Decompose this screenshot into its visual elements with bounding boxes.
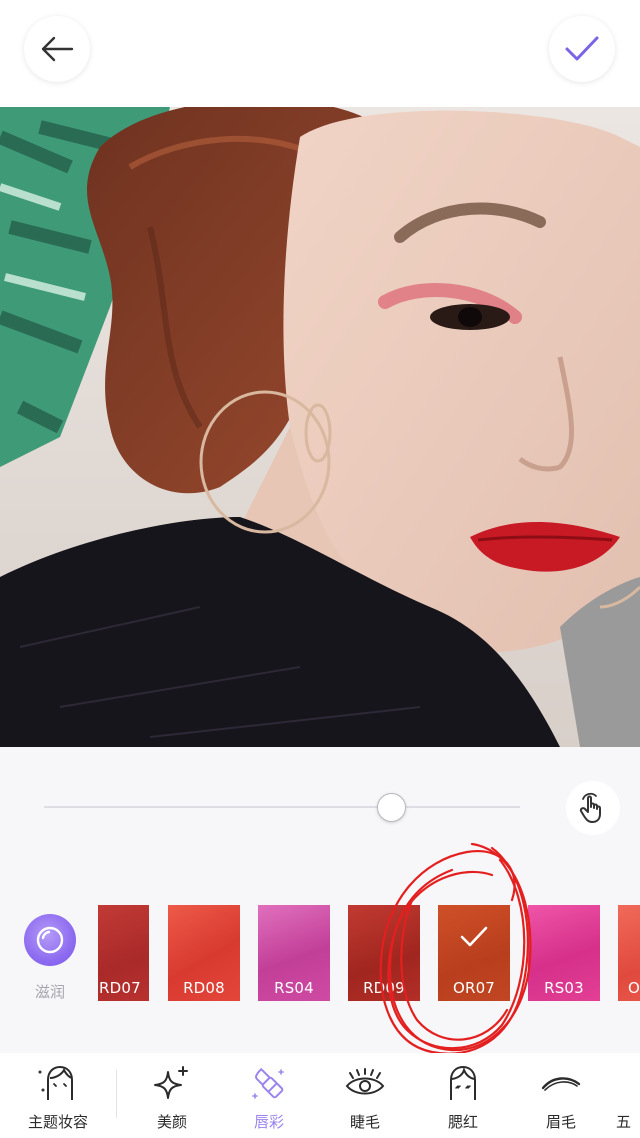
compare-button[interactable] — [566, 781, 620, 835]
swatch-rd07[interactable]: RD07 — [98, 905, 149, 1001]
tab-blush[interactable]: 腮红 — [418, 1063, 508, 1132]
photo-preview[interactable] — [0, 107, 640, 747]
top-bar — [0, 0, 640, 107]
tab-label: 眉毛 — [545, 1113, 576, 1131]
checkmark-icon — [565, 36, 599, 61]
swatch-label: RD08 — [183, 979, 225, 997]
tab-divider — [116, 1070, 117, 1118]
finish-label: 滋润 — [34, 983, 65, 1001]
tab-label: 唇彩 — [253, 1113, 284, 1131]
makeup-editor-screen: 滋润 RD07 RD08 RS04 RD09 OR07 RS03 O 主题妆容 … — [0, 0, 640, 1138]
tab-partial[interactable]: 五 — [616, 1063, 640, 1132]
eyelash-icon — [345, 1068, 385, 1095]
swatch-or-partial[interactable]: OR — [618, 905, 640, 1001]
tab-eyelash[interactable]: 睫毛 — [320, 1063, 410, 1132]
lip-color-swatch-list[interactable]: RD07 RD08 RS04 RD09 OR07 RS03 O — [98, 905, 640, 1003]
blush-face-icon — [450, 1065, 476, 1100]
lens-circle-icon — [24, 914, 76, 966]
swatch-label: RD07 — [99, 979, 141, 997]
intensity-slider-thumb[interactable] — [377, 793, 407, 822]
bottom-tab-bar: 主题妆容 美颜 唇彩 睫毛 腮红 眉毛 五 — [0, 1053, 640, 1138]
confirm-button[interactable] — [549, 16, 615, 82]
swatch-label: OR — [628, 979, 640, 997]
face-makeup-icon — [38, 1065, 73, 1100]
tab-label: 主题妆容 — [27, 1113, 88, 1131]
swatch-or07-selected[interactable]: OR07 — [438, 905, 510, 1001]
tab-label: 五 — [616, 1113, 632, 1131]
swatch-label: RS04 — [274, 979, 314, 997]
tab-label: 美颜 — [156, 1113, 187, 1131]
tab-label: 腮红 — [447, 1113, 478, 1131]
control-panel: 滋润 RD07 RD08 RS04 RD09 OR07 RS03 O — [0, 747, 640, 1053]
touch-hand-icon — [579, 792, 601, 823]
lipstick-icon — [252, 1068, 284, 1099]
eyebrow-icon — [541, 1077, 581, 1091]
swatch-label: RD09 — [363, 979, 405, 997]
tab-lip-color[interactable]: 唇彩 — [224, 1063, 314, 1132]
intensity-slider-track[interactable] — [44, 806, 520, 808]
swatch-label: RS03 — [544, 979, 584, 997]
tab-theme-makeup[interactable]: 主题妆容 — [13, 1063, 103, 1132]
swatch-rd08[interactable]: RD08 — [168, 905, 240, 1001]
tab-beauty[interactable]: 美颜 — [127, 1063, 217, 1132]
tab-eyebrow[interactable]: 眉毛 — [516, 1063, 606, 1132]
selected-check-icon — [438, 925, 510, 949]
arrow-left-icon — [41, 36, 74, 62]
tab-label: 睫毛 — [349, 1113, 380, 1131]
swatch-rd09[interactable]: RD09 — [348, 905, 420, 1001]
swatch-rs03[interactable]: RS03 — [528, 905, 600, 1001]
selfie-image — [0, 107, 640, 747]
finish-option[interactable]: 滋润 — [22, 914, 78, 1002]
swatch-label: OR07 — [452, 979, 496, 997]
swatch-rs04[interactable]: RS04 — [258, 905, 330, 1001]
back-button[interactable] — [24, 16, 90, 82]
sparkle-icon — [154, 1066, 188, 1099]
